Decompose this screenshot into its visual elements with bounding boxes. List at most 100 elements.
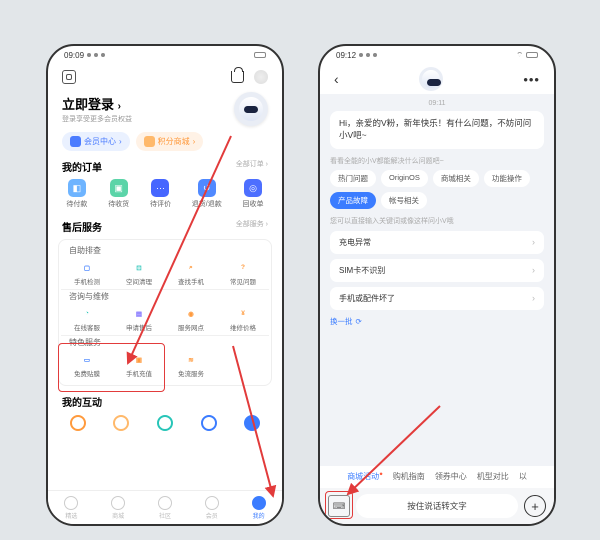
robot-icon [239, 97, 263, 121]
tab-member[interactable]: 会员 [205, 496, 219, 520]
hint-text: 看看全能的小V都能解决什么问题吧~ [330, 156, 544, 166]
svc-group-title: 特色服务 [61, 336, 269, 351]
status-bar: 09:09 [48, 46, 282, 64]
crown-icon [205, 496, 219, 510]
svc-free-film[interactable]: ▭免费贴膜 [61, 351, 113, 381]
shield-icon [70, 136, 81, 147]
refresh-suggestions[interactable]: 换一批⟳ [330, 316, 544, 327]
chip-hot[interactable]: 热门问题 [330, 170, 376, 187]
hint-text: 您可以直接输入关键词或像这样问小V哦 [330, 216, 544, 226]
chip-mall[interactable]: 商城相关 [433, 170, 479, 187]
pill-member-center[interactable]: 会员中心› [62, 132, 130, 151]
orders-more[interactable]: 全部订单 › [236, 159, 268, 174]
tab-community[interactable]: 社区 [158, 496, 172, 520]
chevron-right-icon: › [532, 265, 535, 275]
add-button[interactable]: + [524, 495, 546, 517]
status-time: 09:09 [64, 51, 84, 60]
svc-faq[interactable]: ?常见问题 [217, 259, 269, 289]
svc-repair-price[interactable]: ¥维修价格 [217, 305, 269, 335]
svc-find-phone[interactable]: ⌕查找手机 [165, 259, 217, 289]
interact-item[interactable] [157, 415, 173, 431]
login-subtitle: 登录享受更多会员权益 [62, 114, 132, 124]
chevron-right-icon: › [532, 237, 535, 247]
chip-account[interactable]: 帐号相关 [381, 192, 427, 209]
user-icon [252, 496, 266, 510]
avatar[interactable] [234, 92, 268, 126]
keyboard-toggle[interactable]: ⌨ [328, 495, 350, 517]
question-broken[interactable]: 手机或配件坏了› [330, 287, 544, 310]
topup-icon: ▣ [132, 352, 147, 367]
tab-mall[interactable]: 商城 [111, 496, 125, 520]
battery-icon [254, 52, 266, 58]
more-button[interactable]: ••• [523, 72, 540, 87]
order-refund[interactable]: ↺退货/退款 [192, 179, 222, 209]
login-title: 立即登录 [62, 97, 114, 112]
tag-more[interactable]: 以 [519, 471, 527, 482]
wifi-icon: ⌔ [516, 51, 523, 60]
recycle-icon: ◎ [244, 179, 262, 197]
cart-icon[interactable] [231, 71, 244, 83]
order-pending-receive[interactable]: ▣待收货 [108, 179, 129, 209]
coin-icon [144, 136, 155, 147]
tag-coupon[interactable]: 领券中心 [435, 471, 467, 482]
svc-service-point[interactable]: ◉服务网点 [165, 305, 217, 335]
back-button[interactable]: ‹ [334, 71, 339, 87]
heart-icon [64, 496, 78, 510]
login-block[interactable]: 立即登录 › 登录享受更多会员权益 [62, 94, 132, 124]
service-title: 售后服务 [62, 219, 102, 234]
topbar [48, 64, 282, 90]
input-bar: ⌨ 按住说话转文字 + [320, 488, 554, 524]
svc-online-support[interactable]: ◔在线客服 [61, 305, 113, 335]
svc-topup[interactable]: ▣手机充值 [113, 351, 165, 381]
orders-title: 我的订单 [62, 159, 102, 174]
interact-item[interactable] [244, 415, 260, 431]
tab-featured[interactable]: 精选 [64, 496, 78, 520]
tag-row: 商城活动● 购机指南 领券中心 机型对比 以 [320, 471, 554, 488]
settings-icon[interactable] [62, 70, 76, 84]
refund-icon: ↺ [198, 179, 216, 197]
wallet-icon: ◧ [68, 179, 86, 197]
film-icon: ▭ [80, 352, 95, 367]
tag-buy-guide[interactable]: 购机指南 [393, 471, 425, 482]
phone-right: 09:12 ⌔ ‹ ••• 09:11 Hi，亲爱的V粉，新年快乐！有什么问题，… [318, 44, 556, 526]
pill-label: 积分商城 [158, 136, 190, 147]
svc-group-title: 自助排查 [61, 244, 269, 259]
bag-icon [111, 496, 125, 510]
service-more[interactable]: 全部服务 › [236, 219, 268, 234]
chip-function[interactable]: 功能操作 [484, 170, 530, 187]
interact-item[interactable] [113, 415, 129, 431]
chip-product-fault[interactable]: 产品故障 [330, 192, 376, 209]
form-icon: ▤ [132, 306, 147, 321]
headset-icon: ◔ [80, 306, 95, 321]
theme-icon[interactable] [254, 70, 268, 84]
tag-compare[interactable]: 机型对比 [477, 471, 509, 482]
order-pending-review[interactable]: ⋯待评价 [150, 179, 171, 209]
svc-phone-check[interactable]: ▢手机检测 [61, 259, 113, 289]
question-sim[interactable]: SIM卡不识别› [330, 259, 544, 282]
pill-label: 会员中心 [84, 136, 116, 147]
phone-check-icon: ▢ [80, 260, 95, 275]
service-box: 自助排查 ▢手机检测 ⊡空间清理 ⌕查找手机 ?常见问题 咨询与维修 ◔在线客服… [58, 239, 272, 386]
chip-originos[interactable]: OriginOS [381, 170, 428, 187]
svc-free-data[interactable]: ≋免流服务 [165, 351, 217, 381]
interact-item[interactable] [70, 415, 86, 431]
box-icon: ▣ [110, 179, 128, 197]
order-pending-pay[interactable]: ◧待付款 [66, 179, 87, 209]
svc-group-title: 咨询与维修 [61, 290, 269, 305]
order-recycle[interactable]: ◎回收单 [243, 179, 264, 209]
svc-apply-service[interactable]: ▤申请售后 [113, 305, 165, 335]
tag-mall-activity[interactable]: 商城活动● [347, 471, 383, 482]
interact-item[interactable] [201, 415, 217, 431]
tab-mine[interactable]: 我的 [252, 496, 266, 520]
status-bar: 09:12 ⌔ [320, 46, 554, 64]
keyboard-icon: ⌨ [333, 501, 346, 512]
voice-input[interactable]: 按住说话转文字 [356, 494, 518, 518]
question-charging[interactable]: 充电异常› [330, 231, 544, 254]
refresh-icon: ⟳ [356, 317, 362, 326]
data-icon: ≋ [184, 352, 199, 367]
chevron-right-icon: › [532, 293, 535, 303]
status-time: 09:12 [336, 51, 356, 60]
pill-points-mall[interactable]: 积分商城› [136, 132, 204, 151]
svc-clean[interactable]: ⊡空间清理 [113, 259, 165, 289]
bot-avatar[interactable] [419, 67, 443, 91]
